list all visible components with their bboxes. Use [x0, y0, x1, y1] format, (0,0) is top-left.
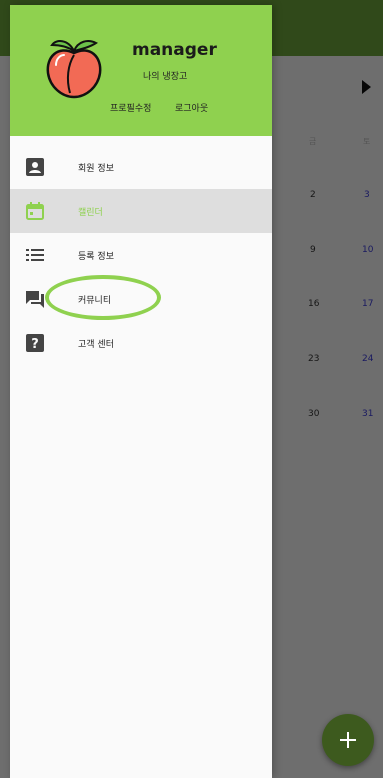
logout-link[interactable]: 로그아웃: [175, 101, 208, 114]
drawer-header: manager 나의 냉장고 프로필수정 로그아웃: [10, 5, 272, 136]
menu-item-community[interactable]: 커뮤니티: [10, 277, 272, 321]
username: manager: [132, 40, 217, 60]
drawer-menu: 회원 정보 캘린더 등록 정보 커뮤니티 ? 고객 센터: [10, 145, 272, 365]
edit-profile-link[interactable]: 프로필수정: [110, 101, 151, 114]
plus-icon: [340, 732, 356, 748]
peach-logo-icon: [46, 40, 102, 99]
menu-item-label: 커뮤니티: [78, 296, 112, 306]
forum-icon: [26, 291, 44, 308]
svg-text:?: ?: [31, 337, 39, 352]
fridge-subtitle: 나의 냉장고: [143, 72, 188, 82]
menu-item-label: 고객 센터: [78, 340, 114, 350]
menu-item-label: 회원 정보: [78, 164, 114, 174]
navigation-drawer: manager 나의 냉장고 프로필수정 로그아웃 회원 정보 캘린더 등록 정…: [10, 5, 272, 778]
list-icon: [26, 249, 44, 261]
menu-item-member-info[interactable]: 회원 정보: [10, 145, 272, 189]
menu-item-label: 캘린더: [78, 208, 103, 218]
menu-item-customer-center[interactable]: ? 고객 센터: [10, 321, 272, 365]
account-box-icon: [26, 158, 44, 176]
menu-item-registration-info[interactable]: 등록 정보: [10, 233, 272, 277]
calendar-icon: [26, 202, 44, 220]
menu-item-calendar[interactable]: 캘린더: [10, 189, 272, 233]
add-button[interactable]: [322, 714, 374, 766]
help-icon: ?: [26, 334, 44, 352]
menu-item-label: 등록 정보: [78, 252, 114, 262]
